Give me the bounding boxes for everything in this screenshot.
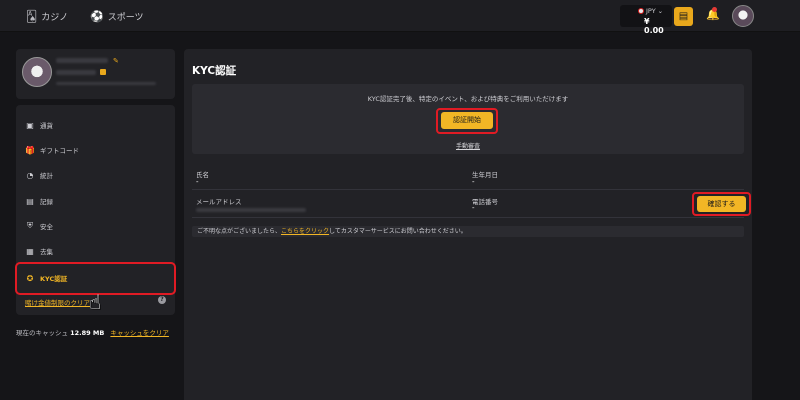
clear-bet-limit-link[interactable]: 賭け金値制限のクリア	[25, 297, 90, 307]
nav-casino-label: カジノ	[41, 13, 69, 23]
wallet-icon: ▤	[678, 11, 689, 22]
dob-value: -	[472, 178, 475, 186]
cache-size: 12.89 MB	[70, 329, 105, 337]
currency-code: JPY	[646, 7, 656, 15]
sidebar-item-security[interactable]: ⛨ 安全	[25, 221, 53, 231]
kyc-message: KYC認証完了後、特定のイベント、および特典をご利用いただけます	[367, 95, 569, 103]
collect-icon: ▦	[26, 246, 34, 256]
sidebar-item-label: 記録	[40, 198, 53, 206]
sports-ball-icon: ⚽	[90, 10, 104, 23]
records-icon: ▤	[26, 196, 34, 206]
sidebar-item-collect[interactable]: ▦ 去集	[25, 246, 53, 257]
hand-pointer-icon: ☝	[89, 290, 102, 314]
sidebar-item-label: 安全	[40, 223, 53, 231]
sidebar-item-gift-code[interactable]: 🎁 ギフトコード	[25, 145, 79, 156]
manual-review-link[interactable]: 手動審査	[192, 141, 744, 150]
sidebar-item-kyc[interactable]: ✪ KYC認証	[25, 273, 68, 284]
notifications-button[interactable]: 🔔	[706, 7, 720, 21]
sidebar-item-label: 統計	[40, 172, 53, 180]
sidebar-item-label: ギフトコード	[40, 147, 79, 155]
phone-label: 電話番号	[472, 198, 498, 206]
divider	[192, 189, 744, 190]
wallet-button[interactable]: ▤	[674, 7, 693, 26]
nav-casino[interactable]: 🂡 カジノ	[26, 10, 68, 23]
nav-sports-label: スポーツ	[107, 13, 144, 23]
cache-label: 現在のキャッシュ	[16, 329, 68, 337]
copy-icon[interactable]	[100, 69, 106, 75]
chevron-down-icon: ⌄	[657, 7, 664, 15]
currency-icon: ▣	[26, 120, 34, 130]
notice-prefix: ご不明な点がございましたら、	[197, 228, 282, 235]
sidebar-item-records[interactable]: ▤ 記録	[25, 196, 53, 207]
divider	[192, 217, 744, 218]
support-notice: ご不明な点がございましたら、こちらをクリックしてカスタマーサービスにお問い合わせ…	[192, 226, 744, 237]
sidebar-item-stats[interactable]: ◔ 統計	[25, 170, 54, 181]
nav-sports[interactable]: ⚽ スポーツ	[90, 10, 144, 23]
notification-badge	[712, 7, 717, 12]
username-blurred	[56, 58, 108, 63]
help-icon[interactable]: ?	[158, 296, 166, 304]
shield-icon: ⛨	[27, 221, 33, 230]
jpy-flag-icon	[638, 8, 644, 14]
stats-icon: ◔	[26, 170, 34, 180]
user-id-blurred	[56, 70, 96, 75]
currency-selector[interactable]: JPY ⌄	[638, 7, 663, 15]
balance-display[interactable]: JPY ⌄ ¥ 0.00	[620, 5, 672, 35]
sidebar-item-label: KYC認証	[40, 275, 68, 283]
page-title: KYC認証	[192, 65, 237, 77]
profile-avatar	[22, 57, 52, 87]
edit-icon[interactable]: ✎	[113, 57, 119, 65]
start-verification-button[interactable]: 認証開始	[441, 112, 493, 129]
phone-value: -	[472, 204, 475, 212]
top-bar: 🂡 カジノ ⚽ スポーツ JPY ⌄ ¥ 0.00 ▤ 🔔	[0, 0, 800, 35]
notice-suffix: してカスタマーサービスにお問い合わせください。	[329, 228, 467, 235]
sidebar-item-label: 去集	[40, 248, 53, 256]
email-value-blurred	[196, 208, 306, 212]
user-info-blurred	[56, 82, 156, 85]
kyc-badge-icon: ✪	[26, 273, 34, 283]
name-value: -	[196, 178, 199, 186]
casino-cards-icon: 🂡	[26, 10, 38, 23]
confirm-phone-button[interactable]: 確認する	[697, 196, 746, 212]
gift-icon: 🎁	[25, 145, 35, 155]
dob-label: 生年月日	[472, 171, 498, 179]
sidebar-item-currency[interactable]: ▣ 通貨	[25, 120, 53, 131]
user-avatar[interactable]	[732, 5, 754, 27]
clear-cache-link[interactable]: キャッシュをクリア	[110, 329, 169, 337]
sidebar-item-label: 通貨	[40, 122, 53, 130]
support-link[interactable]: こちらをクリック	[281, 228, 329, 235]
cache-info: 現在のキャッシュ 12.89 MB キャッシュをクリア	[16, 327, 169, 337]
email-label: メールアドレス	[196, 198, 242, 206]
balance-amount: ¥ 0.00	[644, 17, 664, 35]
